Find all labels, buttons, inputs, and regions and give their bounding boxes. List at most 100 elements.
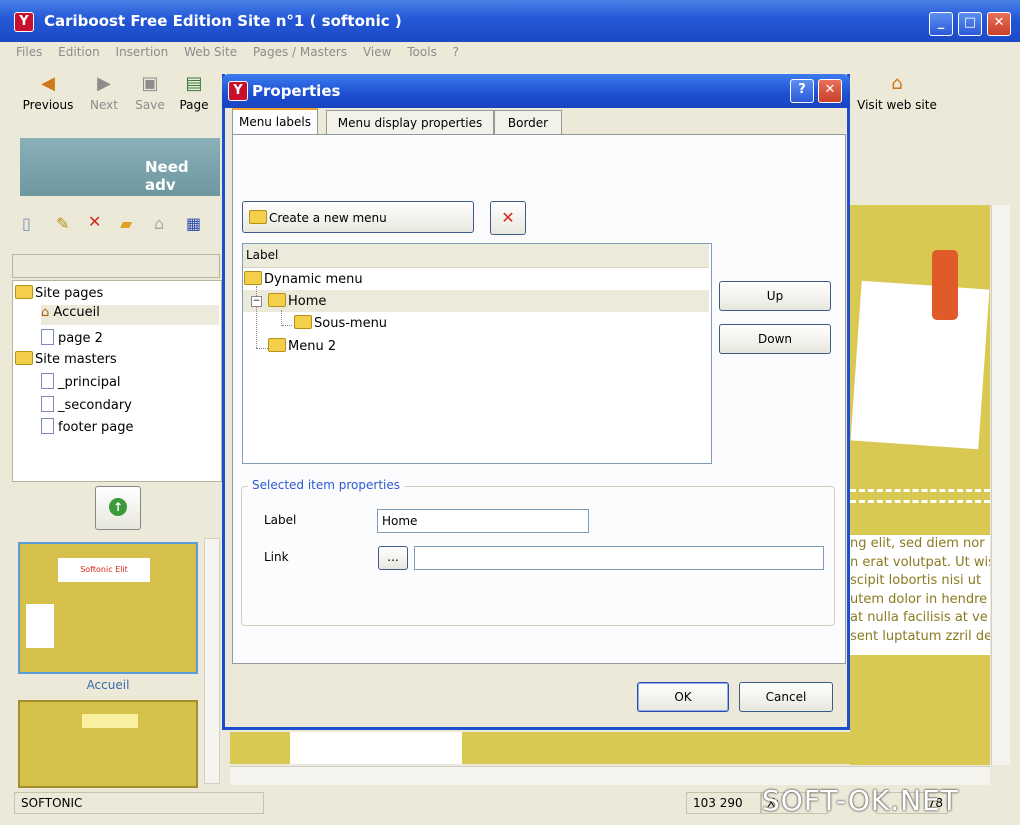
dialog-help-button[interactable]: ? bbox=[790, 79, 814, 103]
menu-web-site[interactable]: Web Site bbox=[178, 42, 243, 62]
clip-icon bbox=[932, 250, 958, 320]
page-icon bbox=[41, 329, 54, 345]
menu-edition[interactable]: Edition bbox=[52, 42, 106, 62]
menu-view[interactable]: View bbox=[357, 42, 397, 62]
dialog-close-button[interactable]: ✕ bbox=[818, 79, 842, 103]
tab-menu-display-properties[interactable]: Menu display properties bbox=[326, 110, 494, 135]
add-page-button[interactable]: ↑ bbox=[95, 486, 141, 530]
cancel-button[interactable]: Cancel bbox=[739, 682, 833, 712]
status-coords: 103 290 bbox=[686, 792, 762, 814]
maximize-button[interactable]: □ bbox=[958, 12, 982, 36]
list-item-label: Sous-menu bbox=[314, 316, 388, 331]
preview-block bbox=[290, 732, 462, 764]
page-thumbnail-accueil[interactable]: Softonic Elit bbox=[18, 542, 198, 674]
create-new-menu-button[interactable]: Create a new menu bbox=[242, 201, 474, 233]
list-item-home[interactable]: Home bbox=[268, 293, 326, 309]
preview-note bbox=[850, 280, 990, 450]
ok-button[interactable]: OK bbox=[637, 682, 729, 712]
thumb-note bbox=[26, 604, 54, 648]
folder-icon bbox=[249, 210, 267, 224]
preview-text: ng elit, sed diem nor n erat volutpat. U… bbox=[850, 535, 990, 655]
dialog-title-bar: Y Properties ? ✕ bbox=[222, 74, 850, 108]
tree-site-pages[interactable]: Site pages bbox=[15, 285, 103, 301]
home-icon: ⌂ bbox=[41, 305, 50, 320]
folder-icon bbox=[15, 351, 33, 365]
thumb-header: Softonic Elit bbox=[58, 558, 150, 582]
preview-bottom bbox=[230, 732, 990, 764]
folder-icon bbox=[15, 285, 33, 299]
list-item-dynamic-menu[interactable]: Dynamic menu bbox=[244, 271, 363, 287]
help-banner[interactable]: Need adv bbox=[20, 138, 220, 196]
tree-label: page 2 bbox=[58, 331, 103, 346]
collapse-icon[interactable]: − bbox=[251, 296, 262, 307]
preview-line: ng elit, sed diem nor bbox=[850, 536, 985, 551]
page-icon bbox=[41, 373, 54, 389]
tab-menu-labels[interactable]: Menu labels bbox=[232, 108, 318, 137]
list-item-menu-2[interactable]: Menu 2 bbox=[268, 338, 336, 354]
page-thumbnail-2[interactable] bbox=[18, 700, 198, 788]
open-folder-icon[interactable]: ▰ bbox=[120, 214, 132, 233]
menu-help[interactable]: ? bbox=[447, 42, 465, 62]
tree-site-masters[interactable]: Site masters bbox=[15, 351, 117, 367]
down-button[interactable]: Down bbox=[719, 324, 831, 354]
tab-border[interactable]: Border bbox=[494, 110, 562, 135]
list-header: Label bbox=[243, 244, 709, 268]
tree-label: Site pages bbox=[35, 286, 104, 301]
menu-insertion[interactable]: Insertion bbox=[110, 42, 175, 62]
list-item-label: Home bbox=[288, 294, 327, 309]
minimize-button[interactable]: _ bbox=[929, 12, 953, 36]
tree-label: Site masters bbox=[35, 352, 117, 367]
window-title: Cariboost Free Edition Site n°1 ( softon… bbox=[44, 12, 402, 30]
page-preview[interactable]: ng elit, sed diem nor n erat volutpat. U… bbox=[850, 205, 990, 765]
page-button[interactable]: ▤ Page bbox=[166, 66, 222, 113]
delete-page-icon[interactable]: ✕ bbox=[88, 212, 101, 231]
menu-files[interactable]: Files bbox=[10, 42, 48, 62]
thumbnail-caption: Accueil bbox=[86, 678, 130, 692]
tree-page2[interactable]: page 2 bbox=[41, 329, 103, 346]
edit-page-icon[interactable]: ✎ bbox=[56, 214, 69, 233]
tree-line bbox=[282, 325, 292, 326]
tree-principal[interactable]: _principal bbox=[41, 373, 121, 390]
tree-label: _secondary bbox=[58, 398, 132, 413]
rope bbox=[850, 489, 990, 503]
page-label: Page bbox=[179, 98, 209, 112]
link-caption: Link bbox=[264, 550, 289, 564]
label-input[interactable]: Home bbox=[377, 509, 589, 533]
previous-label: Previous bbox=[22, 98, 74, 112]
preview-hscrollbar[interactable] bbox=[230, 766, 990, 785]
new-page-icon: ▤ bbox=[185, 73, 203, 94]
preview-vscrollbar[interactable] bbox=[991, 205, 1010, 765]
link-input[interactable] bbox=[414, 546, 824, 570]
tree-accueil[interactable]: ⌂ Accueil bbox=[41, 305, 219, 325]
menu-pages-masters[interactable]: Pages / Masters bbox=[247, 42, 353, 62]
list-item-sous-menu[interactable]: Sous-menu bbox=[294, 315, 387, 331]
delete-icon: ✕ bbox=[501, 208, 515, 227]
arrow-right-icon: ▶ bbox=[97, 73, 111, 94]
properties-icon[interactable]: ▦ bbox=[186, 214, 201, 233]
delete-menu-button[interactable]: ✕ bbox=[490, 201, 526, 235]
folder-icon bbox=[268, 338, 286, 352]
previous-button[interactable]: ◀ Previous bbox=[20, 66, 76, 113]
home-page-icon[interactable]: ⌂ bbox=[154, 214, 164, 233]
menu-tools[interactable]: Tools bbox=[401, 42, 443, 62]
app-logo-icon: Y bbox=[14, 12, 34, 32]
tree-secondary[interactable]: _secondary bbox=[41, 396, 132, 413]
tree-footer[interactable]: footer page bbox=[41, 418, 134, 435]
preview-line: at nulla facilisis at ve bbox=[850, 610, 988, 625]
floppy-icon: ▣ bbox=[141, 73, 159, 94]
new-page-icon[interactable]: ▯ bbox=[22, 214, 31, 233]
close-button[interactable]: ✕ bbox=[987, 12, 1011, 36]
tree-label: Accueil bbox=[53, 305, 100, 320]
create-new-menu-label: Create a new menu bbox=[269, 211, 387, 225]
site-tree[interactable]: Site pages ⌂ Accueil page 2 Site masters… bbox=[12, 280, 222, 482]
main-title-bar: Y Cariboost Free Edition Site n°1 ( soft… bbox=[0, 0, 1020, 46]
preview-line: n erat volutpat. Ut wis bbox=[850, 554, 990, 570]
folder-icon bbox=[244, 271, 262, 285]
visit-web-site-button[interactable]: ⌂ Visit web site bbox=[852, 66, 942, 113]
thumbnails-scrollbar[interactable] bbox=[204, 538, 220, 784]
list-item-label: Menu 2 bbox=[288, 339, 337, 354]
tree-label: _principal bbox=[58, 375, 121, 390]
browse-link-button[interactable]: ... bbox=[378, 546, 408, 570]
up-button[interactable]: Up bbox=[719, 281, 831, 311]
tree-line bbox=[281, 310, 282, 326]
